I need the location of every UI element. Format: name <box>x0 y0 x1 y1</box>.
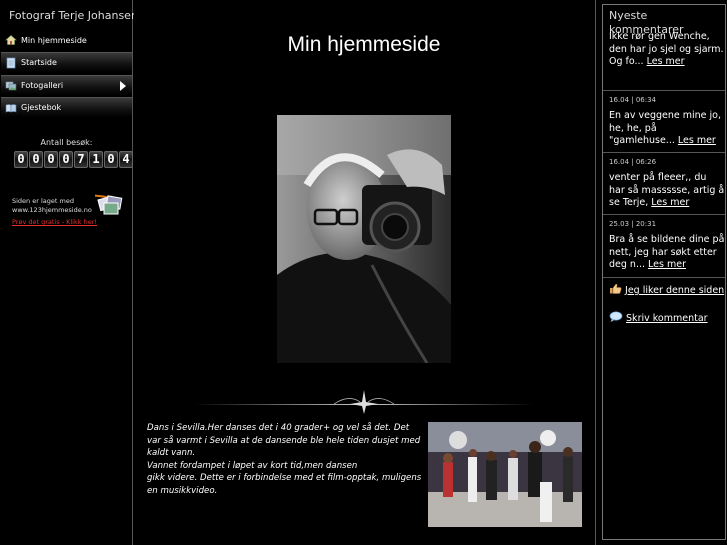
comment-separator <box>603 152 725 153</box>
nav-item-label: Gjestebok <box>21 103 62 112</box>
comment-item: 16.04 | 06:26 venter på fleeer,, du har … <box>609 158 725 210</box>
counter-digit: 4 <box>119 151 133 168</box>
comment-date: 25.03 | 20:31 <box>609 220 657 228</box>
nav-item-label: Min hjemmeside <box>21 35 87 45</box>
photos-logo-icon <box>95 194 123 215</box>
nav-item-startside[interactable]: Startside <box>1 52 132 72</box>
counter-digit: 0 <box>14 151 28 168</box>
comment-item: 16.04 | 06:34 En av veggene mine jo, he,… <box>609 96 725 148</box>
gallery-icon <box>5 81 17 90</box>
description-line: gikk videre. Dette er i forbindelse med … <box>147 473 422 496</box>
write-comment-label: Skriv kommentar <box>626 313 708 324</box>
counter-digit: 1 <box>89 151 103 168</box>
comment-item: 25.03 | 20:31 Bra å se bildene dine på n… <box>609 220 725 272</box>
book-icon <box>5 103 17 112</box>
counter-digit: 0 <box>44 151 58 168</box>
speech-bubble-icon <box>609 311 623 323</box>
page-title: Min hjemmeside <box>287 33 441 56</box>
comment-text: Ikke rør gen Wenche, den har jo sjel og … <box>609 31 725 69</box>
nav-item-min-hjemmeside[interactable]: Min hjemmeside <box>1 30 132 50</box>
visit-counter-label: Antall besøk: <box>40 138 93 147</box>
promo-url[interactable]: www.123hjemmeside.no <box>12 206 92 215</box>
read-more-link[interactable]: Les mer <box>651 197 689 208</box>
counter-digit: 0 <box>59 151 73 168</box>
read-more-link[interactable]: Les mer <box>647 56 685 67</box>
comment-text: Bra å se bildene dine på nett, jeg har s… <box>609 234 725 272</box>
nav-item-label: Startside <box>21 58 57 67</box>
comment-date: 16.04 | 06:26 <box>609 158 657 166</box>
counter-digit: 7 <box>74 151 88 168</box>
like-page-label: Jeg liker denne siden <box>625 285 725 296</box>
comment-date: 16.04 | 06:34 <box>609 96 657 104</box>
site-title: Fotograf Terje Johansen <box>9 9 138 22</box>
comment-separator <box>603 214 725 215</box>
portrait-photo <box>277 115 451 363</box>
nav-item-gjestebok[interactable]: Gjestebok <box>1 97 132 117</box>
like-page-button[interactable]: Jeg liker denne siden <box>609 283 724 297</box>
decorative-divider <box>194 390 534 414</box>
comment-item: Ikke rør gen Wenche, den har jo sjel og … <box>609 31 725 69</box>
home-icon <box>5 35 17 45</box>
dance-photo <box>428 422 582 527</box>
promo-line: Siden er laget med <box>12 197 74 205</box>
write-comment-button[interactable]: Skriv kommentar <box>609 311 708 325</box>
visit-counter: 0 0 0 0 7 1 0 4 <box>14 151 133 168</box>
submenu-arrow-icon <box>120 81 126 91</box>
comment-separator <box>603 90 725 91</box>
try-free-link[interactable]: Prøv det gratis - Klikk her! <box>12 218 97 226</box>
document-icon <box>6 57 16 68</box>
comment-text: venter på fleeer,, du har så massssse, a… <box>609 172 725 210</box>
latest-comments-panel: Nyeste kommentarer Ikke rør gen Wenche, … <box>602 4 726 540</box>
description-line: Vannet fordampet i løpet av kort tid,men… <box>147 460 358 471</box>
comment-text: En av veggene mine jo, he, he, på "gamle… <box>609 110 725 148</box>
description-line: Dans i Sevilla.Her danses det i 40 grade… <box>147 423 421 458</box>
counter-digit: 0 <box>104 151 118 168</box>
promo-text: Siden er laget med www.123hjemmeside.no <box>12 197 92 215</box>
nav-item-fotogalleri[interactable]: Fotogalleri <box>1 75 132 95</box>
main-content: Min hjemmeside Dans i Sevilla.Her danses… <box>134 0 596 545</box>
photo-description: Dans i Sevilla.Her danses det i 40 grade… <box>147 422 423 497</box>
read-more-link[interactable]: Les mer <box>678 135 716 146</box>
read-more-link[interactable]: Les mer <box>648 259 686 270</box>
nav-item-label: Fotogalleri <box>21 81 64 90</box>
counter-digit: 0 <box>29 151 43 168</box>
thumbs-up-icon <box>610 283 622 294</box>
comment-separator <box>603 277 725 278</box>
sidebar: Fotograf Terje Johansen Min hjemmeside S… <box>0 0 138 545</box>
